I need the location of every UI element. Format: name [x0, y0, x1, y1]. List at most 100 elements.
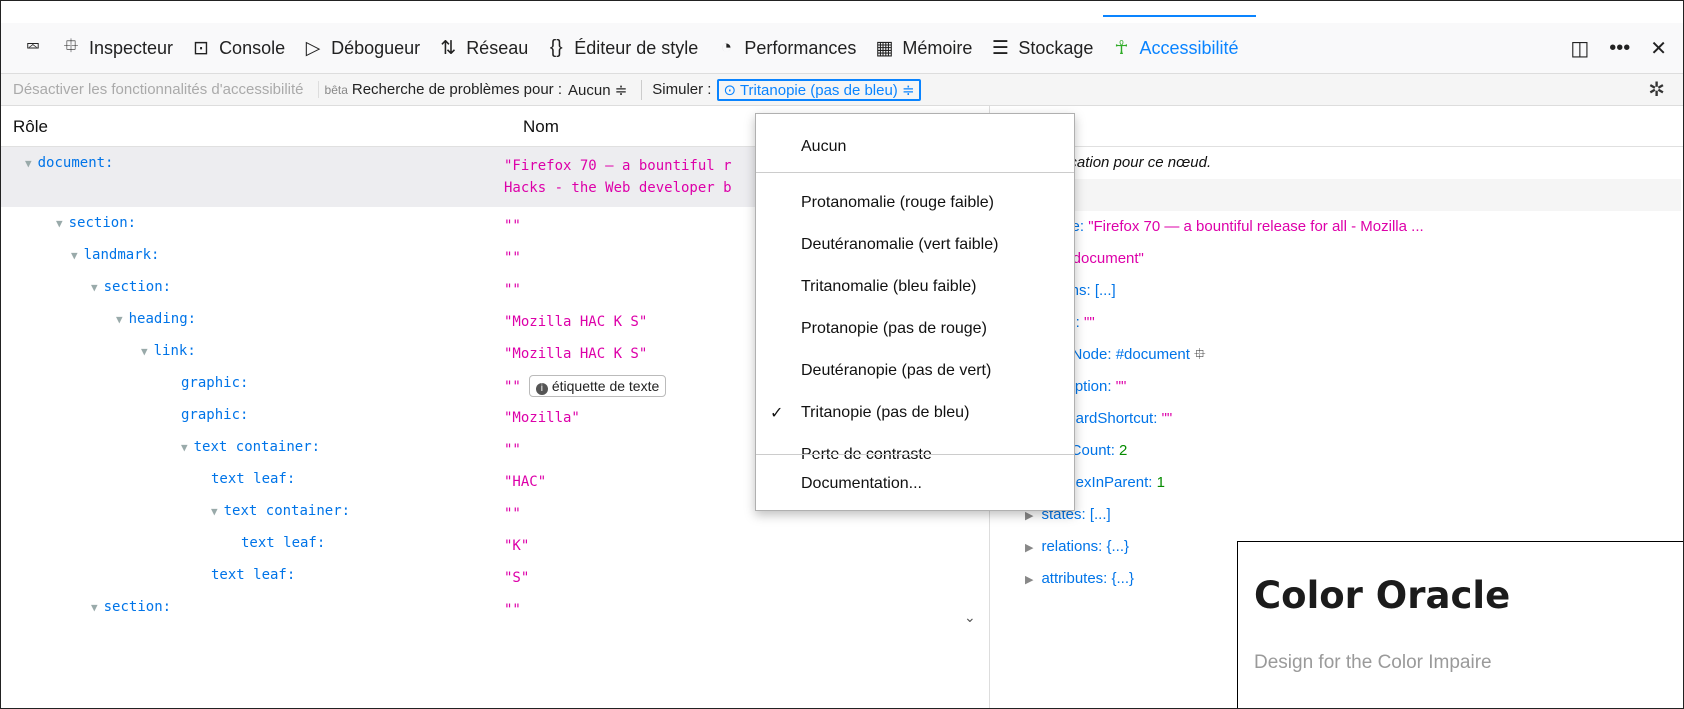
- property-row[interactable]: ▶ states: [...]: [1001, 499, 1681, 531]
- name-value: "S": [504, 567, 529, 589]
- tree-row[interactable]: text leaf: "K": [1, 527, 1021, 559]
- column-name[interactable]: Nom: [523, 117, 559, 137]
- expand-arrow-icon[interactable]: ▼: [181, 441, 188, 454]
- expand-arrow-icon[interactable]: ▼: [211, 505, 218, 518]
- inspect-node-icon[interactable]: ⯐: [1190, 346, 1205, 363]
- name-text: "": [504, 379, 521, 395]
- tab-editeur-de-style[interactable]: {} Éditeur de style: [546, 37, 698, 59]
- tab-label: Mémoire: [902, 37, 973, 58]
- tab-label: Console: [219, 37, 286, 58]
- expand-arrow-icon[interactable]: ▼: [56, 217, 63, 230]
- memory-icon: ▦: [875, 37, 894, 59]
- menu-separator: [756, 454, 1074, 455]
- sidebar-panel: cune vérification pour ce nœud. priétés …: [1001, 147, 1681, 595]
- tab-performances[interactable]: ◔ Performances: [716, 37, 857, 59]
- tab-accessibilite[interactable]: ☥ Accessibilité: [1103, 14, 1257, 60]
- expand-arrow-icon[interactable]: ▼: [116, 313, 123, 326]
- property-row[interactable]: ions: [...]: [1001, 275, 1681, 307]
- dropdown-option[interactable]: Aucun: [801, 132, 846, 162]
- gear-icon[interactable]: ✲: [1648, 77, 1665, 102]
- divider: [641, 79, 643, 100]
- expand-arrow-icon[interactable]: ▼: [141, 345, 148, 358]
- property-row[interactable]: ue: "": [1001, 307, 1681, 339]
- disable-accessibility-button[interactable]: Désactiver les fonctionnalités d'accessi…: [13, 81, 319, 98]
- performance-icon: ◔: [720, 37, 733, 58]
- expand-arrow-icon[interactable]: ▼: [91, 601, 98, 614]
- name-text: "": [504, 218, 521, 234]
- property-row[interactable]: ndexInParent: 1: [1001, 467, 1681, 499]
- name-value: "Mozilla HAC K S": [504, 343, 647, 365]
- simulate-select[interactable]: ⊙ Tritanopie (pas de bleu) ≑: [717, 78, 921, 101]
- expand-arrow-icon[interactable]: ▼: [25, 157, 32, 170]
- expand-arrow-icon[interactable]: ▼: [71, 249, 78, 262]
- devtools-window: ⮹ ⯐ Inspecteur ⊡ Console ▷ Débogueur ⇅ R…: [0, 0, 1684, 709]
- role-text: section:: [68, 215, 137, 231]
- tree-row[interactable]: ▼ section: "": [1, 591, 1021, 623]
- name-value: "" i étiquette de texte: [504, 375, 667, 398]
- dropdown-option[interactable]: Perte de contraste: [801, 440, 932, 470]
- check-select[interactable]: Aucun ≑: [568, 81, 627, 99]
- tab-label: Réseau: [466, 37, 529, 58]
- devtools-toolbar: ⮹ ⯐ Inspecteur ⊡ Console ▷ Débogueur ⇅ R…: [1, 14, 1683, 74]
- tab-reseau[interactable]: ⇅ Réseau: [438, 37, 528, 60]
- property-row[interactable]: MNode: #document ⯐: [1001, 339, 1681, 371]
- name-value: "": [504, 247, 521, 269]
- role-text: text leaf:: [241, 535, 326, 551]
- property-row[interactable]: : "document": [1001, 243, 1681, 275]
- dropdown-option[interactable]: Protanopie (pas de rouge): [801, 314, 987, 344]
- expand-arrow-icon[interactable]: ▶: [1025, 574, 1033, 586]
- pick-element-button[interactable]: ⮹: [23, 37, 43, 59]
- console-icon: ⊡: [193, 37, 210, 59]
- tree-row[interactable]: text leaf: "S": [1, 559, 1021, 591]
- role-text: link:: [153, 343, 196, 359]
- simulate-dropdown: Aucun Protanomalie (rouge faible) Deutéran…: [755, 113, 1075, 511]
- tab-label: Inspecteur: [89, 37, 174, 58]
- checkmark-icon: ✓: [770, 405, 784, 422]
- name-text: "S": [504, 570, 530, 586]
- property-row[interactable]: me: "Firefox 70 — a bountiful release fo…: [1001, 211, 1681, 243]
- dropdown-option[interactable]: Tritanopie (pas de bleu): [801, 398, 969, 428]
- dropdown-option[interactable]: Protanomalie (rouge faible): [801, 188, 994, 218]
- expand-arrow-icon[interactable]: ▼: [91, 281, 98, 294]
- name-text: "Mozilla HAC K S": [504, 314, 648, 330]
- simulate-label: Simuler :: [652, 81, 712, 98]
- property-row[interactable]: cription: "": [1001, 371, 1681, 403]
- name-value: "": [504, 215, 521, 237]
- property-row[interactable]: ldCount: 2: [1001, 435, 1681, 467]
- accessibility-toolbar: Désactiver les fonctionnalités d'accessi…: [1, 74, 1683, 106]
- badge-label: étiquette de texte: [551, 378, 660, 394]
- dropdown-option[interactable]: Deutéranopie (pas de vert): [801, 356, 991, 386]
- more-options-icon[interactable]: •••: [1609, 37, 1630, 60]
- tab-stockage[interactable]: ☰ Stockage: [990, 37, 1094, 60]
- dock-icon[interactable]: ◫: [1570, 36, 1589, 61]
- role-text: heading:: [128, 311, 197, 327]
- tab-debogueur[interactable]: ▷ Débogueur: [303, 37, 420, 60]
- name-text: "": [504, 250, 521, 266]
- scroll-down-icon[interactable]: ⌄: [964, 609, 976, 626]
- role-label: text leaf:: [211, 567, 295, 583]
- role-label: ▼ section:: [91, 279, 171, 295]
- property-value: "": [1161, 410, 1173, 427]
- expand-arrow-icon[interactable]: ▶: [1025, 510, 1033, 522]
- pick-element-icon: ⮹: [25, 37, 41, 58]
- close-icon[interactable]: ✕: [1650, 36, 1667, 61]
- dropdown-option[interactable]: Tritanomalie (bleu faible): [801, 272, 976, 302]
- property-row[interactable]: boardShortcut: "": [1001, 403, 1681, 435]
- dropdown-option[interactable]: Documentation...: [801, 469, 922, 499]
- text-label-badge[interactable]: i étiquette de texte: [528, 375, 667, 397]
- tab-memoire[interactable]: ▦ Mémoire: [874, 37, 972, 60]
- role-text: graphic:: [181, 407, 249, 423]
- role-label: ▼ landmark:: [71, 247, 159, 263]
- role-label: graphic:: [181, 375, 248, 391]
- check-label: Recherche de problèmes pour :: [351, 81, 562, 98]
- properties-header[interactable]: priétés: [1001, 179, 1681, 211]
- role-text: landmark:: [83, 247, 160, 263]
- expand-arrow-icon[interactable]: ▶: [1025, 542, 1033, 554]
- info-icon: i: [535, 383, 548, 395]
- tab-inspecteur[interactable]: ⯐ Inspecteur: [61, 32, 173, 64]
- role-label: ▼ document:: [25, 155, 113, 171]
- tab-console[interactable]: ⊡ Console: [191, 37, 285, 60]
- role-label: ▼ text container:: [181, 439, 320, 455]
- dropdown-option[interactable]: Deutéranomalie (vert faible): [801, 230, 998, 260]
- column-role[interactable]: Rôle: [13, 117, 48, 137]
